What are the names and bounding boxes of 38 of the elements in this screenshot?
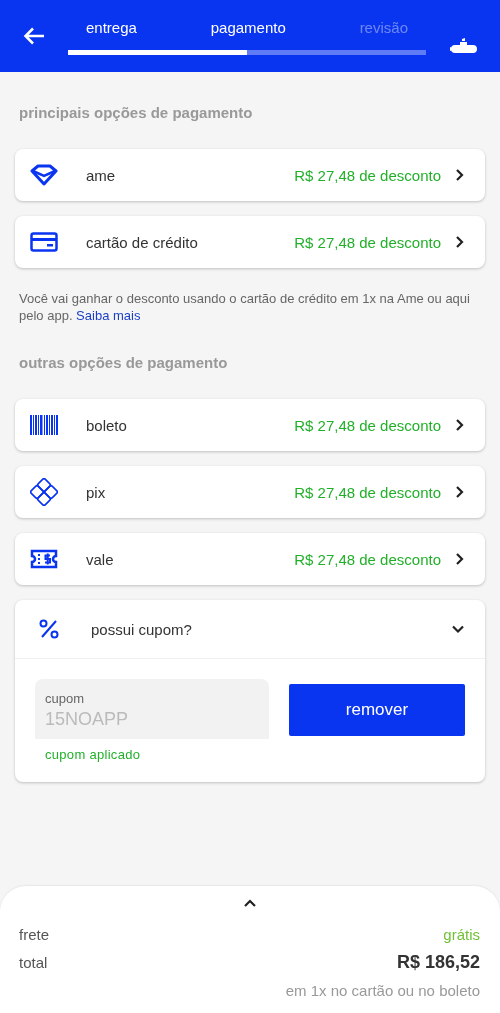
- summary-label: frete: [19, 925, 49, 943]
- pix-icon: [30, 478, 58, 506]
- credit-card-icon: [30, 232, 58, 252]
- remove-button[interactable]: remover: [289, 684, 465, 736]
- voucher-icon: [30, 549, 58, 569]
- info-text: Você vai ganhar o desconto usando o cartão de crédito em 1x na Ame ou aqui pelo app. Saiba mais: [19, 290, 471, 324]
- field-label: cupom: [45, 691, 86, 706]
- payment-option[interactable]: ame R$ 27,48 de desconto: [15, 149, 485, 201]
- percent-icon: [39, 619, 59, 639]
- step-label[interactable]: pagamento: [210, 19, 286, 36]
- payment-option[interactable]: vale R$ 27,48 de desconto: [15, 533, 485, 585]
- payment-option[interactable]: cartão de crédito R$ 27,48 de desconto: [15, 216, 485, 268]
- step-label[interactable]: entrega: [86, 19, 137, 36]
- discount-text: R$ 27,48 de desconto: [294, 550, 441, 568]
- option-label: vale: [86, 550, 115, 568]
- payment-option[interactable]: pix R$ 27,48 de desconto: [15, 466, 485, 518]
- learn-more-link[interactable]: Saiba mais: [76, 308, 141, 323]
- option-label: cartão de crédito: [86, 233, 199, 251]
- option-label: ame: [86, 166, 117, 184]
- discount-text: R$ 27,48 de desconto: [294, 416, 441, 434]
- section-title: outras opções de pagamento: [19, 354, 229, 371]
- summary-label: total: [19, 953, 48, 971]
- coupon-status: cupom aplicado: [45, 747, 142, 762]
- submarine-icon: [449, 37, 477, 53]
- discount-text: R$ 27,48 de desconto: [294, 483, 441, 501]
- coupon-toggle[interactable]: possui cupom?: [15, 600, 485, 659]
- diamond-icon: [30, 164, 58, 186]
- payment-option[interactable]: boleto R$ 27,48 de desconto: [15, 399, 485, 451]
- barcode-icon: [30, 415, 58, 435]
- option-label: pix: [86, 483, 107, 501]
- back-arrow-icon: [23, 27, 45, 45]
- summary-value: grátis: [443, 925, 480, 943]
- payment-note: em 1x no cartão ou no boleto: [284, 982, 480, 999]
- summary-value: R$ 186,52: [396, 951, 480, 973]
- option-label: boleto: [86, 416, 128, 434]
- discount-text: R$ 27,48 de desconto: [294, 166, 441, 184]
- discount-text: R$ 27,48 de desconto: [294, 233, 441, 251]
- section-title: principais opções de pagamento: [19, 104, 254, 121]
